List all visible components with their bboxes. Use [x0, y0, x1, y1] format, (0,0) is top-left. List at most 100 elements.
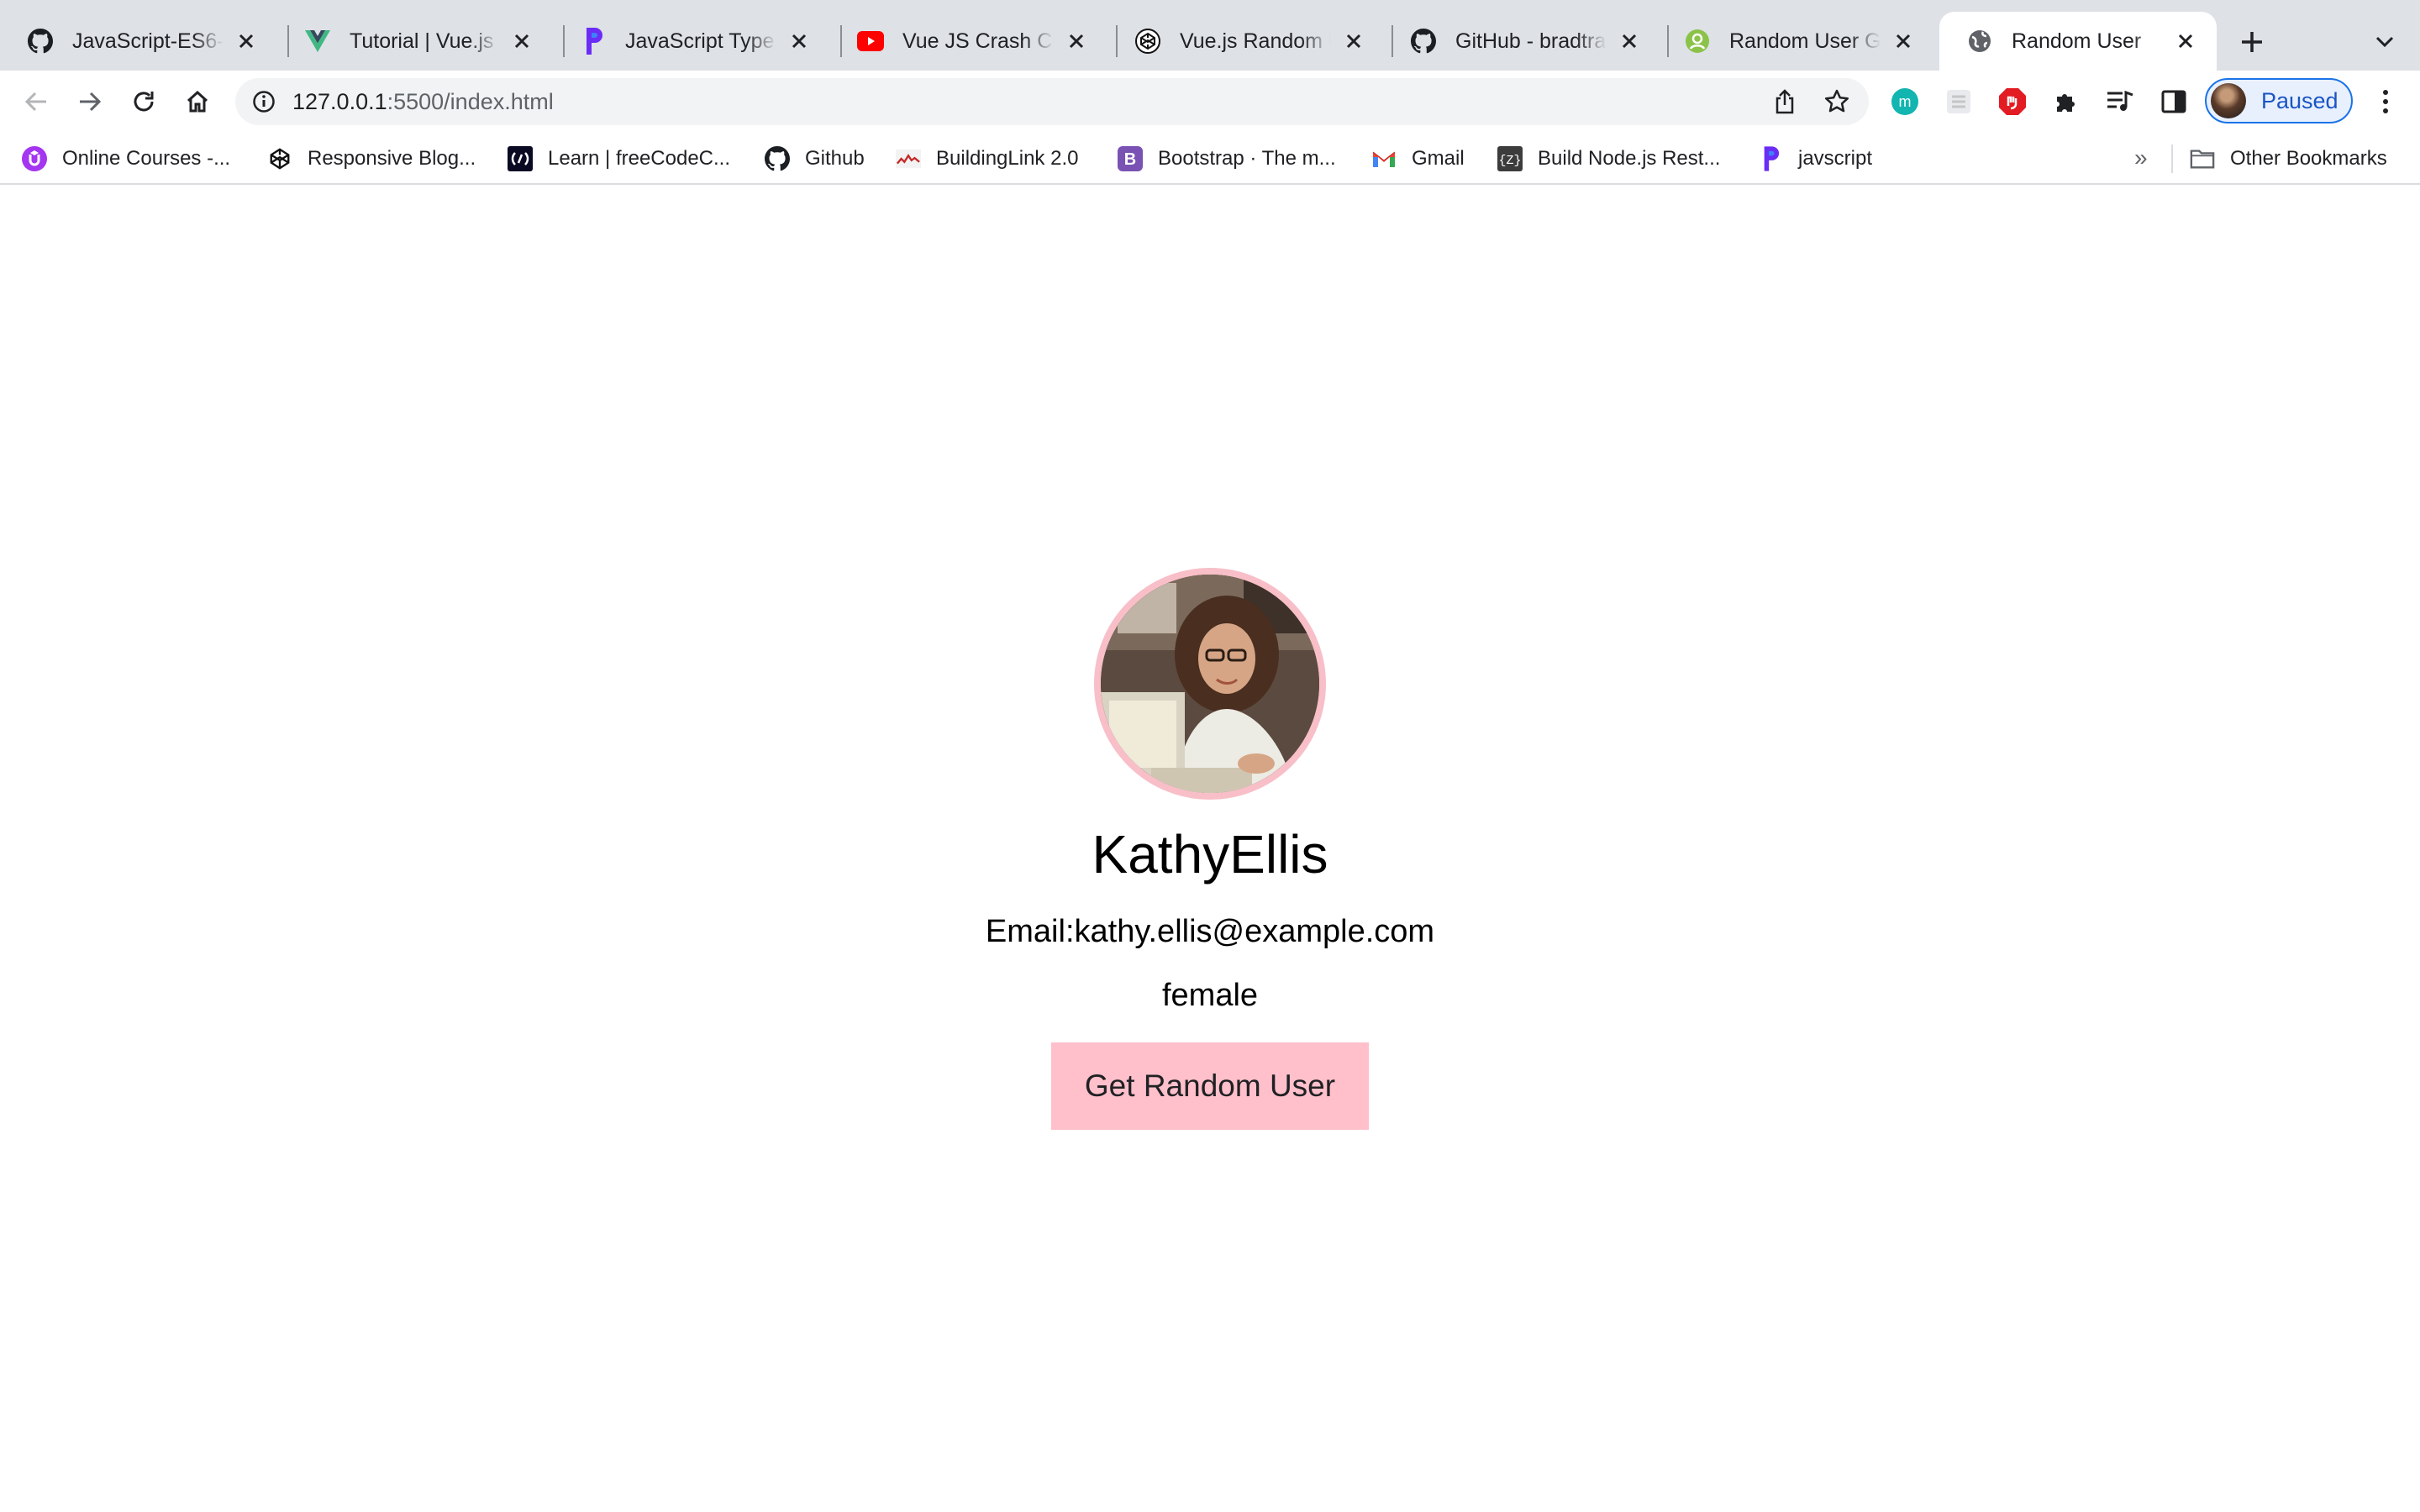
json-icon: {Z}	[1497, 146, 1523, 171]
tab-javascript-es6-basics[interactable]: JavaScript-ES6-Basics	[0, 12, 277, 71]
avatar	[2211, 83, 2246, 118]
close-icon[interactable]	[1615, 27, 1644, 55]
svg-text:m: m	[1899, 93, 1912, 110]
folder-icon	[2190, 146, 2215, 171]
address-bar[interactable]: 127.0.0.1:5500/index.html	[235, 78, 1869, 125]
user-gender: female	[1161, 978, 1259, 1013]
tab-github-bradtraversy[interactable]: GitHub - bradtraversy	[1383, 12, 1660, 71]
bookmark-online-courses[interactable]: Online Courses -...	[22, 143, 230, 175]
tab-vue-js-crash-course[interactable]: Vue JS Crash Course	[830, 12, 1107, 71]
bookmarks-divider	[2171, 144, 2173, 173]
youtube-icon	[857, 28, 884, 55]
programiz-icon	[1758, 146, 1783, 171]
bookmark-freecodecamp[interactable]: Learn | freeCodeC...	[508, 143, 730, 175]
close-icon[interactable]	[1062, 27, 1091, 55]
tab-title: JavaScript-ES6-Basics	[72, 29, 224, 53]
close-icon[interactable]	[508, 27, 536, 55]
bookmark-bootstrap[interactable]: B Bootstrap · The m...	[1118, 143, 1336, 175]
extension-m-icon[interactable]: m	[1889, 86, 1921, 118]
github-icon	[765, 146, 790, 171]
home-button[interactable]	[180, 84, 215, 119]
share-icon[interactable]	[1770, 87, 1800, 117]
browser-menu-button[interactable]	[2368, 84, 2403, 119]
udemy-icon	[22, 146, 47, 171]
vue-icon	[304, 28, 331, 55]
tab-tutorial-vue[interactable]: Tutorial | Vue.js	[277, 12, 553, 71]
close-icon[interactable]	[232, 27, 260, 55]
user-portrait-image	[1101, 575, 1319, 793]
close-icon[interactable]	[1339, 27, 1368, 55]
tab-title: GitHub - bradtraversy	[1455, 29, 1607, 53]
url-host: 127.0.0.1	[292, 89, 387, 114]
close-icon[interactable]	[1889, 27, 1918, 55]
tab-title: Vue.js Random User	[1180, 29, 1331, 53]
bookmark-label: Build Node.js Rest...	[1538, 147, 1721, 170]
bookmark-star-icon[interactable]	[1822, 87, 1852, 117]
plus-icon	[2242, 32, 2262, 52]
tab-title: JavaScript Type Conversion	[625, 29, 776, 53]
user-name: KathyEllis	[1092, 824, 1328, 885]
page-content: KathyEllis Email:kathy.ellis@example.com…	[0, 186, 2420, 1512]
tab-title: Vue JS Crash Course	[902, 29, 1054, 53]
bookmark-label: Github	[805, 147, 865, 170]
bookmark-label: BuildingLink 2.0	[936, 147, 1079, 170]
tab-random-user-generator[interactable]: Random User Generator	[1657, 12, 1934, 71]
home-icon	[187, 90, 208, 113]
back-arrow-icon	[24, 92, 46, 112]
kebab-menu-icon	[2383, 90, 2388, 113]
side-panel-icon[interactable]	[2158, 86, 2190, 118]
tab-vue-random-user[interactable]: Vue.js Random User	[1107, 12, 1385, 71]
other-bookmarks-folder[interactable]: Other Bookmarks	[2190, 143, 2387, 175]
user-email: Email:kathy.ellis@example.com	[985, 914, 1435, 949]
freecodecamp-icon	[508, 146, 533, 171]
reload-button[interactable]	[126, 84, 161, 119]
tab-title: Random User	[2012, 29, 2142, 53]
svg-text:B: B	[1124, 150, 1136, 169]
media-queue-icon[interactable]	[2104, 86, 2136, 118]
programiz-icon	[580, 28, 607, 55]
bookmark-responsive-blog[interactable]: Responsive Blog...	[267, 143, 476, 175]
url-path: :5500/index.html	[387, 89, 554, 114]
github-icon	[27, 28, 54, 55]
tab-strip: JavaScript-ES6-Basics Tutorial | Vue.js …	[0, 0, 2420, 71]
close-icon[interactable]	[785, 27, 813, 55]
browser-toolbar: 127.0.0.1:5500/index.html m Paused	[0, 71, 2420, 133]
bookmark-label: javscript	[1798, 147, 1873, 170]
tab-search-button[interactable]	[2368, 25, 2402, 59]
forward-arrow-icon	[80, 92, 102, 112]
tab-random-user[interactable]: Random User	[1939, 12, 2217, 71]
bookmark-buildinglink[interactable]: BuildingLink 2.0	[896, 143, 1078, 175]
url-text[interactable]: 127.0.0.1:5500/index.html	[292, 89, 554, 115]
bookmark-github[interactable]: Github	[765, 143, 865, 175]
bookmark-javscript[interactable]: javscript	[1758, 143, 1872, 175]
chevron-down-icon	[2375, 36, 2394, 48]
info-icon[interactable]	[250, 88, 277, 115]
bookmarks-overflow-button[interactable]: »	[2134, 144, 2148, 171]
extension-grid-icon[interactable]	[1943, 86, 1975, 118]
codepen-icon	[267, 146, 292, 171]
tab-title: Tutorial | Vue.js	[350, 29, 494, 53]
get-random-user-button[interactable]: Get Random User	[1051, 1042, 1369, 1130]
extensions-puzzle-icon[interactable]	[2050, 86, 2082, 118]
user-photo	[1094, 568, 1326, 800]
profile-status-label: Paused	[2261, 87, 2338, 113]
bookmark-label: Other Bookmarks	[2230, 147, 2387, 170]
close-icon[interactable]	[2171, 27, 2200, 55]
bookmark-build-nodejs[interactable]: {Z} Build Node.js Rest...	[1497, 143, 1720, 175]
forward-button[interactable]	[72, 84, 108, 119]
adblock-icon[interactable]	[1996, 86, 2028, 118]
bookmark-gmail[interactable]: Gmail	[1371, 143, 1465, 175]
bookmark-label: Bootstrap · The m...	[1158, 147, 1336, 170]
profile-button[interactable]: Paused	[2205, 78, 2353, 123]
github-icon	[1410, 28, 1437, 55]
back-button[interactable]	[18, 84, 54, 119]
tab-title: Random User Generator	[1729, 29, 1881, 53]
new-tab-button[interactable]	[2235, 25, 2269, 59]
randomuser-icon	[1684, 28, 1711, 55]
buildinglink-icon	[896, 146, 921, 171]
bookmark-label: Gmail	[1412, 147, 1465, 170]
svg-text:{Z}: {Z}	[1498, 154, 1521, 168]
bookmark-label: Learn | freeCodeC...	[548, 147, 731, 170]
tab-javascript-type-conversion[interactable]: JavaScript Type Conversion	[553, 12, 830, 71]
gmail-icon	[1371, 146, 1397, 171]
